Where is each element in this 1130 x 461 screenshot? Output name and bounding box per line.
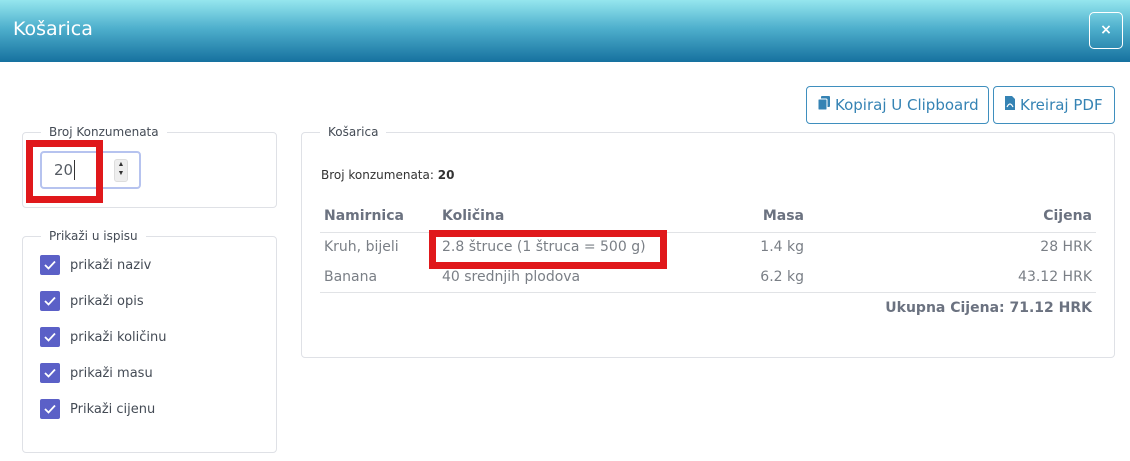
highlight-box-quantity-cell <box>429 230 667 269</box>
print-option-label: prikaži količinu <box>70 329 167 345</box>
print-option-mass[interactable]: prikaži masu <box>40 363 153 383</box>
checkbox-checked-icon[interactable] <box>40 291 60 311</box>
cell-price: 43.12 HRK <box>808 262 1096 293</box>
column-header-item: Namirnica <box>320 201 438 233</box>
checkbox-checked-icon[interactable] <box>40 255 60 275</box>
create-pdf-button[interactable]: Kreiraj PDF <box>993 86 1115 124</box>
consumers-legend: Broj Konzumenata <box>49 125 159 139</box>
consumer-info: Broj konzumenata: 20 <box>321 168 454 182</box>
spinner-arrows-icon[interactable]: ▲ ▼ <box>114 159 128 182</box>
consumer-info-value: 20 <box>437 168 455 182</box>
copy-to-clipboard-button[interactable]: Kopiraj U Clipboard <box>806 86 989 124</box>
print-option-name[interactable]: prikaži naziv <box>40 255 151 275</box>
print-option-price[interactable]: Prikaži cijenu <box>40 399 155 419</box>
checkbox-checked-icon[interactable] <box>40 327 60 347</box>
consumer-info-label: Broj konzumenata: <box>321 168 434 182</box>
checkbox-checked-icon[interactable] <box>40 363 60 383</box>
copy-icon <box>817 95 831 115</box>
column-header-price: Cijena <box>808 201 1096 233</box>
print-option-label: prikaži masu <box>70 365 153 381</box>
cell-item: Banana <box>320 262 438 293</box>
cell-mass: 1.4 kg <box>760 239 804 256</box>
print-option-description[interactable]: prikaži opis <box>40 291 144 311</box>
pdf-file-icon <box>1004 95 1016 115</box>
cart-legend: Košarica <box>328 125 379 139</box>
close-button[interactable]: × <box>1089 12 1123 49</box>
checkbox-checked-icon[interactable] <box>40 399 60 419</box>
table-header-row: Namirnica Količina Masa Cijena <box>320 201 1096 233</box>
pdf-button-label: Kreiraj PDF <box>1020 96 1103 114</box>
cart-total: Ukupna Cijena: 71.12 HRK <box>885 300 1092 316</box>
column-header-mass: Masa <box>688 201 808 233</box>
modal-header: Košarica × <box>0 0 1130 62</box>
highlight-box-consumer-input <box>26 140 103 203</box>
copy-button-label: Kopiraj U Clipboard <box>835 96 979 114</box>
modal-title: Košarica <box>13 18 93 40</box>
column-header-quantity: Količina <box>438 201 688 233</box>
print-option-label: prikaži naziv <box>70 257 152 273</box>
print-option-label: Prikaži cijenu <box>70 401 156 417</box>
cell-mass: 6.2 kg <box>688 262 808 293</box>
cell-item: Kruh, bijeli <box>324 239 399 256</box>
print-option-label: prikaži opis <box>70 293 144 309</box>
print-options-legend: Prikaži u ispisu <box>49 229 138 243</box>
print-option-quantity[interactable]: prikaži količinu <box>40 327 167 347</box>
cell-price: 28 HRK <box>1040 239 1092 256</box>
